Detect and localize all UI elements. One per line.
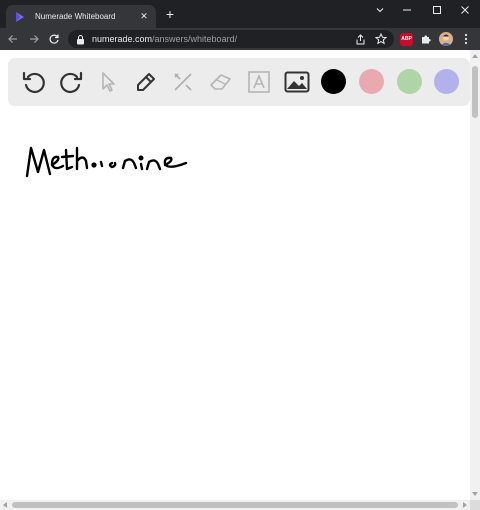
color-swatch-green[interactable]	[397, 69, 422, 94]
text-icon[interactable]	[245, 68, 273, 96]
bookmark-star-icon[interactable]	[375, 33, 387, 45]
vertical-scroll-thumb[interactable]	[472, 66, 478, 118]
tab-close-icon[interactable]: ✕	[137, 11, 151, 22]
scroll-left-icon[interactable]	[3, 502, 7, 508]
handwritten-word-methionine	[25, 146, 188, 178]
select-pointer-icon[interactable]	[94, 68, 122, 96]
reload-icon[interactable]	[47, 32, 61, 46]
browser-tab[interactable]: Numerade Whiteboard ✕	[6, 5, 156, 28]
url-path: /answers/whiteboard/	[152, 34, 238, 44]
pen-icon[interactable]	[132, 68, 160, 96]
chevron-down-icon[interactable]	[370, 3, 390, 17]
share-icon[interactable]	[354, 33, 366, 45]
adblock-badge: ABP	[400, 32, 413, 46]
new-tab-button[interactable]: +	[163, 7, 177, 21]
address-bar[interactable]: numerade.com/answers/whiteboard/	[68, 30, 394, 48]
scrollbar-corner	[470, 500, 480, 510]
browser-title-bar: Numerade Whiteboard ✕ +	[0, 0, 480, 28]
whiteboard-page	[0, 50, 470, 500]
url-host: numerade.com	[92, 34, 153, 44]
back-icon[interactable]	[6, 32, 20, 46]
tab-title: Numerade Whiteboard	[35, 12, 116, 21]
profile-avatar[interactable]	[439, 32, 453, 46]
close-icon[interactable]	[455, 3, 475, 17]
color-swatch-pink[interactable]	[359, 69, 384, 94]
undo-icon[interactable]	[20, 68, 48, 96]
forward-icon[interactable]	[27, 32, 41, 46]
whiteboard-toolbar	[8, 58, 470, 106]
image-icon[interactable]	[283, 68, 311, 96]
redo-icon[interactable]	[57, 68, 85, 96]
adblock-extension-icon[interactable]: ABP	[400, 32, 413, 46]
maximize-icon[interactable]	[427, 3, 447, 17]
eraser-icon[interactable]	[207, 68, 235, 96]
vertical-scrollbar[interactable]	[470, 50, 480, 500]
scroll-down-icon[interactable]	[472, 492, 478, 496]
lock-icon[interactable]	[76, 33, 86, 45]
scroll-right-icon[interactable]	[463, 502, 467, 508]
extensions-puzzle-icon[interactable]	[420, 32, 432, 46]
browser-toolbar: numerade.com/answers/whiteboard/ ABP	[0, 28, 480, 50]
kebab-menu-icon[interactable]	[461, 32, 471, 46]
tools-icon[interactable]	[169, 68, 197, 96]
scroll-up-icon[interactable]	[472, 54, 478, 58]
numerade-logo-icon	[14, 10, 28, 24]
drawing-canvas[interactable]	[0, 106, 470, 500]
minimize-icon[interactable]	[397, 3, 417, 17]
horizontal-scroll-thumb[interactable]	[12, 502, 458, 508]
url-text: numerade.com/answers/whiteboard/	[92, 34, 237, 44]
horizontal-scrollbar[interactable]	[0, 500, 470, 510]
color-swatch-purple[interactable]	[434, 69, 459, 94]
color-swatch-black[interactable]	[321, 69, 346, 94]
